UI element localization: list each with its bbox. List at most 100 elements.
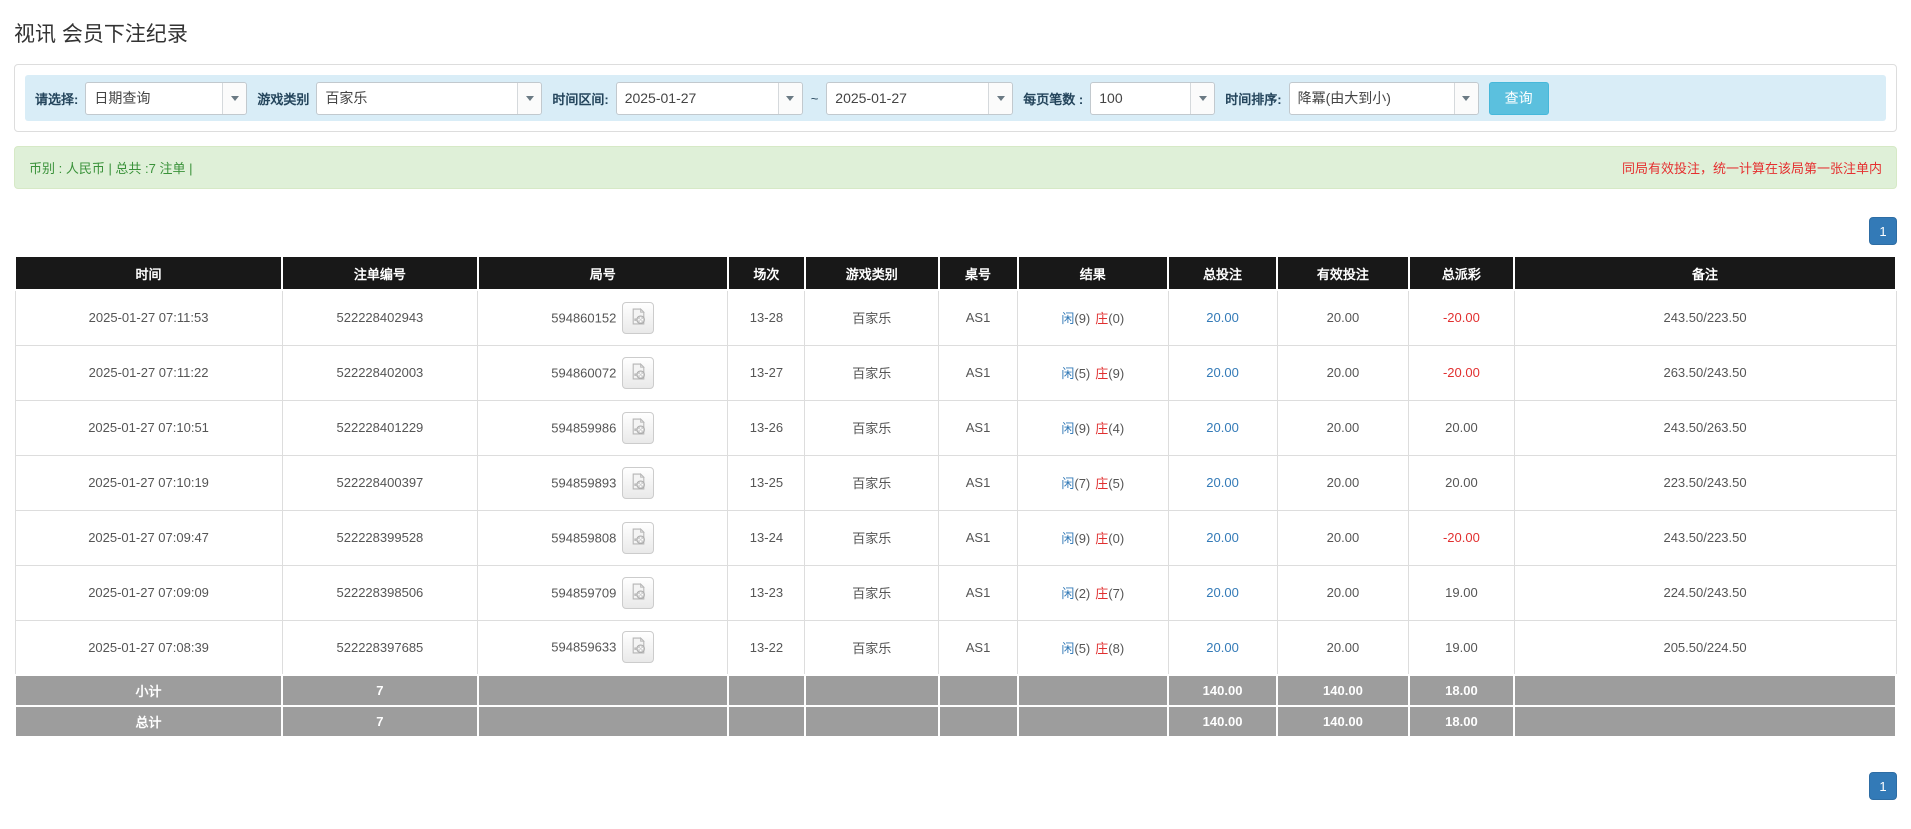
cell-valid-bet: 20.00 [1276,344,1410,401]
cell-total-bet: 20.00 [1167,289,1278,346]
game-category-label: 游戏类别 [257,91,310,107]
total-payout: 18.00 [1407,705,1516,738]
chevron-down-icon[interactable] [1190,82,1215,114]
page-size-group: 每页笔数 : 100 [1023,81,1216,115]
table-totals: 小计 7 140.00 140.00 18.00 总计 7 140.00 140… [13,674,1897,738]
date-from-select[interactable]: 2025-01-27 [615,81,803,115]
chevron-down-icon[interactable] [517,82,542,114]
cell-game: 百家乐 [804,344,940,401]
subtotal-valid-bet: 140.00 [1276,674,1410,707]
banker-result: 庄 [1095,640,1109,656]
total-row: 总计 7 140.00 140.00 18.00 [13,705,1897,738]
cell-payout: 19.00 [1408,619,1515,676]
video-replay-icon [630,582,647,603]
cell-bet-id: 522228400397 [281,454,479,511]
total-bet-link[interactable]: 20.00 [1206,475,1239,490]
banker-result: 庄 [1095,586,1109,601]
column-header-valid-bet: 有效投注 [1276,255,1410,291]
subtotal-count: 7 [281,674,479,707]
video-replay-button[interactable] [622,301,655,334]
cell-note: 224.50/243.50 [1513,564,1897,621]
records-table: 时间 注单编号 局号 场次 游戏类别 桌号 结果 总投注 有效投注 总派彩 备注… [13,255,1897,738]
time-sort-select[interactable]: 降冪(由大到小) [1288,81,1479,115]
column-header-table: 桌号 [937,255,1019,291]
banker-result: 庄 [1095,311,1109,327]
banker-result: 庄 [1095,366,1109,381]
total-bet-link[interactable]: 20.00 [1206,420,1239,435]
date-to-select[interactable]: 2025-01-27 [826,81,1014,115]
video-replay-button[interactable] [622,356,655,389]
cell-bet-id: 522228397685 [281,619,479,676]
time-sort-label: 时间排序: [1225,91,1282,107]
cell-result: 闲(7) 庄(5) [1017,454,1169,511]
video-replay-icon [630,307,647,328]
banker-result: 庄 [1095,476,1109,491]
table-body: 2025-01-27 07:11:53 522228402943 5948601… [14,289,1897,676]
date-from-value: 2025-01-27 [624,90,697,106]
video-replay-button[interactable] [622,576,655,609]
subtotal-empty-cell [726,674,806,707]
subtotal-empty-cell [937,674,1019,707]
total-valid-bet: 140.00 [1276,705,1410,738]
cell-note: 243.50/223.50 [1513,289,1897,346]
query-type-select[interactable]: 日期查询 [85,81,248,115]
cell-payout: -20.00 [1408,289,1515,346]
total-bet-link[interactable]: 20.00 [1206,310,1239,325]
cell-note: 223.50/243.50 [1513,454,1897,511]
page-size-select[interactable]: 100 [1090,81,1216,115]
cell-time: 2025-01-27 07:09:47 [14,509,283,566]
player-result: 闲 [1061,421,1075,436]
total-empty-cell [937,705,1019,738]
cell-valid-bet: 20.00 [1276,619,1410,676]
chevron-down-icon[interactable] [1453,82,1478,114]
page-1-button[interactable]: 1 [1869,217,1897,245]
table-row: 2025-01-27 07:08:39 522228397685 5948596… [14,619,1897,676]
page-1-button[interactable]: 1 [1869,772,1897,800]
cell-session: 13-24 [727,509,806,566]
subtotal-empty-cell [803,674,940,707]
cell-total-bet: 20.00 [1167,564,1278,621]
video-replay-icon [630,362,647,383]
total-empty-cell [1016,705,1170,738]
cell-round-id: 594859709 [477,564,729,621]
cell-total-bet: 20.00 [1167,509,1278,566]
video-replay-button[interactable] [622,521,655,554]
column-header-bet-id: 注单编号 [281,255,479,291]
total-bet-link[interactable]: 20.00 [1206,530,1239,545]
game-category-select[interactable]: 百家乐 [316,81,543,115]
total-bet-link[interactable]: 20.00 [1206,365,1239,380]
total-count: 7 [281,705,479,738]
total-bet-link[interactable]: 20.00 [1206,640,1239,655]
column-header-time: 时间 [13,255,284,291]
cell-result: 闲(9) 庄(4) [1017,399,1169,456]
player-result: 闲 [1061,586,1075,601]
subtotal-payout: 18.00 [1407,674,1516,707]
video-replay-button[interactable] [622,466,655,499]
cell-table: AS1 [938,344,1019,401]
chevron-down-icon[interactable] [777,82,802,114]
video-replay-icon [630,637,647,657]
column-header-total-bet: 总投注 [1166,255,1279,291]
video-replay-icon [630,527,647,548]
total-bet-link[interactable]: 20.00 [1206,585,1239,600]
cell-round-id: 594859986 [477,399,729,456]
cell-note: 205.50/224.50 [1513,619,1897,676]
video-replay-button[interactable] [622,411,655,444]
cell-bet-id: 522228402943 [281,289,479,346]
search-button[interactable]: 查询 [1488,81,1549,115]
chevron-down-icon[interactable] [988,82,1013,114]
column-header-note: 备注 [1513,255,1897,291]
cell-result: 闲(9) 庄(0) [1017,509,1169,566]
cell-round-id: 594859633 [477,619,729,676]
video-replay-button[interactable] [622,631,655,664]
pagination-top: 1 [14,217,1897,245]
cell-note: 263.50/243.50 [1513,344,1897,401]
cell-time: 2025-01-27 07:11:53 [14,289,283,346]
chevron-down-icon[interactable] [222,82,247,114]
cell-time: 2025-01-27 07:09:09 [14,564,283,621]
cell-bet-id: 522228401229 [281,399,479,456]
video-replay-icon [630,417,647,438]
cell-time: 2025-01-27 07:10:51 [14,399,283,456]
cell-game: 百家乐 [804,564,940,621]
cell-round-id: 594859808 [477,509,729,566]
